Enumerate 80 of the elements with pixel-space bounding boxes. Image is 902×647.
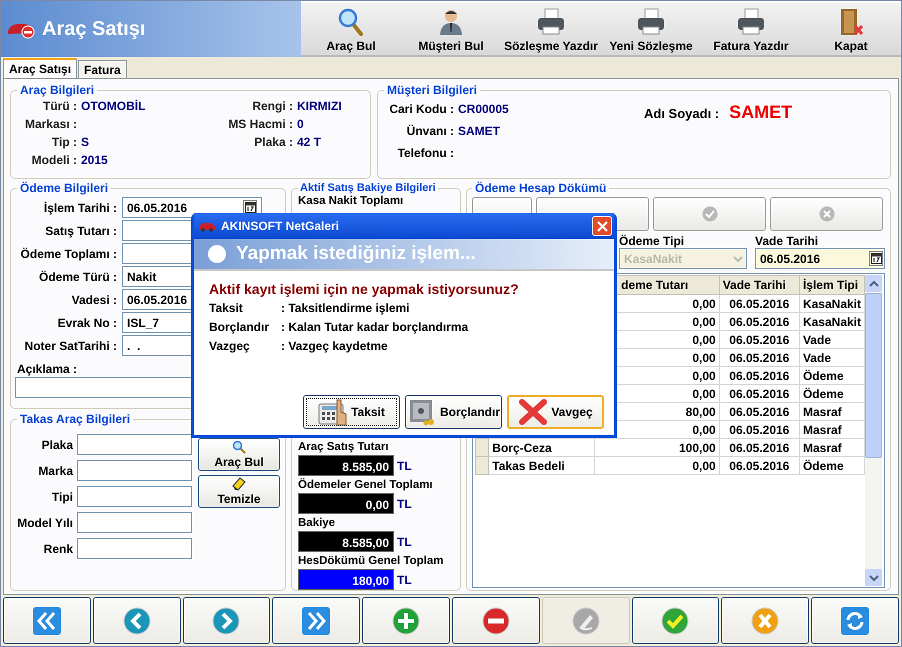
table-cell: Takas Bedeli [488,456,595,474]
table-cell: 06.05.2016 [719,312,800,330]
currency-unit: TL [397,496,412,510]
table-cell: 06.05.2016 [719,438,800,456]
field-value: 42 T [297,135,322,149]
table-cell: 06.05.2016 [719,402,800,420]
total-value: 180,00 [298,569,394,590]
field-value: OTOMOBİL [81,99,146,113]
field-label: Açıklama : [17,362,78,376]
field-label: Adı Soyadı : [644,106,720,121]
table-cell: 06.05.2016 [719,366,800,384]
field-value: 2015 [81,153,109,167]
table-cell: 06.05.2016 [719,456,800,474]
group-title: Müşteri Bilgileri [386,83,478,97]
field-label: Model Yılı [17,516,73,530]
group-title: Araç Bilgileri [19,83,96,97]
total-label: HesDökümü Genel Toplam [298,555,444,568]
table-cell: 06.05.2016 [719,384,800,402]
currency-unit: TL [397,458,412,472]
table-cell: 06.05.2016 [719,330,800,348]
group-title: Takas Araç Bilgileri [19,412,132,426]
field-value: SAMET [458,124,501,138]
total-label: Araç Satış Tutarı [298,441,390,454]
field-label: Plaka : [253,135,293,149]
dialog-title: AKINSOFT NetGaleri [221,219,340,233]
field-value: 0 [297,117,305,131]
table-cell: 06.05.2016 [719,294,800,312]
field-label: Kasa Nakit Toplamı [298,195,404,208]
field-label: Vade Tarihi [755,234,820,248]
total-label: Ödemeler Genel Toplamı [298,479,434,492]
field-label: Ünvanı : [406,124,454,138]
option-description: : Taksitlendirme işlemi [281,301,410,315]
field-label: Cari Kodu : [388,102,454,116]
field-label: Noter SatTarihi : [24,338,117,352]
option-name: Taksit [209,301,244,315]
group-title: Aktif Satış Bakiye Bilgileri [299,181,437,195]
field-label: Rengi : [251,99,293,113]
field-value: S [81,135,90,149]
field-label: Ödeme Toplamı : [20,246,117,260]
total-value: 0,00 [298,493,394,514]
currency-unit: TL [397,534,412,548]
field-label: Marka [37,464,73,478]
total-label: Bakiye [298,517,336,530]
group-title: Ödeme Bilgileri [19,181,110,195]
field-label: Vadesi : [70,292,117,306]
group-title: Ödeme Hesap Dökümü [474,181,608,195]
field-label: Ödeme Tipi [619,234,686,248]
table-cell: Ödeme [799,456,864,474]
field-value: KIRMIZI [297,99,343,113]
field-label: Modeli : [30,153,77,167]
table-cell: 06.05.2016 [719,420,800,438]
field-label: MS Hacmi : [227,117,293,131]
field-value: CR00005 [458,102,510,116]
option-description: : Vazgeç kaydetme [281,339,389,353]
field-label: Plaka [40,438,73,452]
option-description: : Kalan Tutar kadar borçlandırma [281,320,470,334]
customer-name: SAMET [729,102,792,123]
table-cell: 100,00 [594,438,720,456]
option-name: Borçlandır [209,320,270,334]
field-label: İşlem Tarihi : [42,200,117,214]
option-name: Vazgeç [209,339,251,353]
total-value: 8.585,00 [298,455,394,476]
app-title: Araç Satışı [42,18,146,40]
field-label: Türü : [42,99,77,113]
currency-unit: TL [397,572,412,586]
dialog-question: Aktif kayıt işlemi için ne yapmak istiyorsunuz? [209,281,520,297]
field-label: Tipi [50,490,73,504]
table-cell: KasaNakit [799,294,864,312]
field-label: Renk [42,542,73,556]
total-value: 8.585,00 [298,531,394,552]
table-cell: 0,00 [594,456,720,474]
field-label: Tip : [50,135,77,149]
table-cell: Masraf [799,438,864,456]
field-label: Evrak No : [56,316,117,330]
field-label: Telefonu : [396,146,454,160]
field-label: Markası : [24,117,77,131]
field-label: Ödeme Türü : [38,270,117,284]
table-cell: 06.05.2016 [719,348,800,366]
field-label: Satış Tutarı : [44,224,117,238]
dialog-heading: Yapmak istediğiniz işlem... [236,243,476,265]
